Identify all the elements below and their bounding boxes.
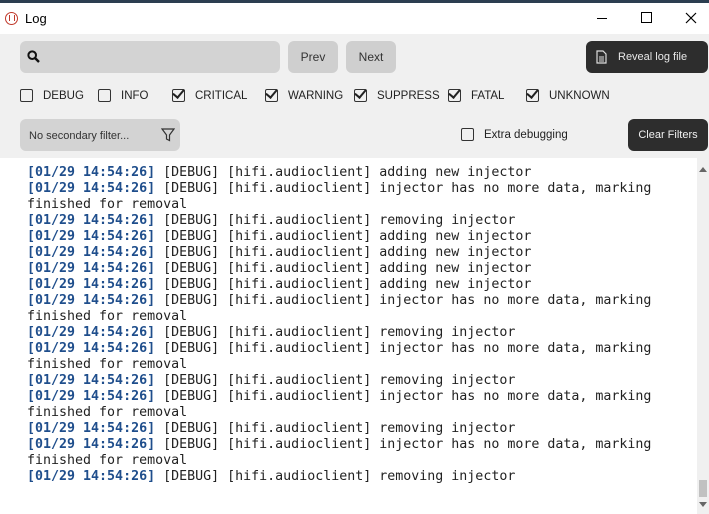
log-timestamp: [01/29 14:54:26] [27, 421, 156, 436]
checkbox-box[interactable] [20, 89, 33, 102]
log-timestamp: [01/29 14:54:26] [27, 229, 156, 244]
log-entry: [01/29 14:54:26] [DEBUG] [hifi.audioclie… [27, 341, 692, 373]
log-entry: [01/29 14:54:26] [DEBUG] [hifi.audioclie… [27, 229, 692, 245]
log-message: [DEBUG] [hifi.audioclient] adding new in… [155, 277, 532, 292]
funnel-icon[interactable] [161, 128, 175, 142]
hifi-logo-icon [5, 12, 18, 25]
minimize-button[interactable] [578, 3, 624, 34]
log-message: [DEBUG] [hifi.audioclient] removing inje… [155, 325, 516, 340]
checkbox-box[interactable] [172, 89, 185, 102]
log-message: [DEBUG] [hifi.audioclient] adding new in… [155, 229, 532, 244]
log-timestamp: [01/29 14:54:26] [27, 373, 156, 388]
reveal-log-file-label: Reveal log file [618, 51, 688, 63]
log-timestamp: [01/29 14:54:26] [27, 341, 156, 356]
log-entry: [01/29 14:54:26] [DEBUG] [hifi.audioclie… [27, 293, 692, 325]
log-timestamp: [01/29 14:54:26] [27, 389, 156, 404]
document-icon [596, 50, 607, 64]
clear-filters-button[interactable]: Clear Filters [628, 119, 708, 151]
log-timestamp: [01/29 14:54:26] [27, 277, 156, 292]
window-title: Log [25, 11, 47, 26]
search-input[interactable] [50, 45, 274, 71]
log-entry: [01/29 14:54:26] [DEBUG] [hifi.audioclie… [27, 245, 692, 261]
log-message: [DEBUG] [hifi.audioclient] removing inje… [155, 213, 516, 228]
log-entry: [01/29 14:54:26] [DEBUG] [hifi.audioclie… [27, 277, 692, 293]
log-view[interactable]: [01/29 14:54:26] [DEBUG] [hifi.audioclie… [0, 158, 697, 514]
log-lines: [01/29 14:54:26] [DEBUG] [hifi.audioclie… [27, 165, 692, 485]
log-message: [DEBUG] [hifi.audioclient] removing inje… [155, 421, 516, 436]
log-timestamp: [01/29 14:54:26] [27, 261, 156, 276]
maximize-button[interactable] [623, 3, 669, 34]
log-entry: [01/29 14:54:26] [DEBUG] [hifi.audioclie… [27, 421, 692, 437]
log-message: [DEBUG] [hifi.audioclient] adding new in… [155, 165, 532, 180]
filter-label: DEBUG [43, 90, 84, 102]
log-message: [DEBUG] [hifi.audioclient] removing inje… [155, 373, 516, 388]
log-timestamp: [01/29 14:54:26] [27, 325, 156, 340]
filter-panel: Prev Next Reveal log file DEBUG INFO CRITI… [0, 34, 709, 158]
log-entry: [01/29 14:54:26] [DEBUG] [hifi.audioclie… [27, 261, 692, 277]
log-entry: [01/29 14:54:26] [DEBUG] [hifi.audioclie… [27, 325, 692, 341]
filter-label: WARNING [288, 90, 344, 102]
log-timestamp: [01/29 14:54:26] [27, 213, 156, 228]
prev-button[interactable]: Prev [288, 41, 338, 73]
checkbox-box[interactable] [98, 89, 111, 102]
log-timestamp: [01/29 14:54:26] [27, 469, 156, 484]
log-message: [DEBUG] [hifi.audioclient] adding new in… [155, 261, 532, 276]
scrollbar-thumb[interactable] [699, 480, 707, 497]
log-entry: [01/29 14:54:26] [DEBUG] [hifi.audioclie… [27, 213, 692, 229]
checkbox-box[interactable] [526, 89, 539, 102]
scroll-down-arrow-icon[interactable] [699, 502, 707, 507]
secondary-filter-box[interactable] [20, 119, 180, 151]
extra-debugging-label: Extra debugging [484, 129, 568, 141]
log-timestamp: [01/29 14:54:26] [27, 245, 156, 260]
checkbox-box[interactable] [265, 89, 278, 102]
secondary-filter-input[interactable] [27, 124, 151, 148]
filter-label: UNKNOWN [549, 90, 610, 102]
log-entry: [01/29 14:54:26] [DEBUG] [hifi.audioclie… [27, 373, 692, 389]
checkbox-box[interactable] [354, 89, 367, 102]
search-field[interactable] [20, 41, 280, 73]
extra-debugging-checkbox[interactable]: Extra debugging [461, 126, 581, 144]
filter-label: CRITICAL [195, 90, 248, 102]
checkbox-box[interactable] [448, 89, 461, 102]
log-entry: [01/29 14:54:26] [DEBUG] [hifi.audioclie… [27, 181, 692, 213]
log-message: [DEBUG] [hifi.audioclient] adding new in… [155, 245, 532, 260]
checkbox-box[interactable] [461, 128, 474, 141]
next-button[interactable]: Next [346, 41, 396, 73]
log-timestamp: [01/29 14:54:26] [27, 293, 156, 308]
search-icon [27, 50, 40, 63]
log-timestamp: [01/29 14:54:26] [27, 181, 156, 196]
log-entry: [01/29 14:54:26] [DEBUG] [hifi.audioclie… [27, 389, 692, 421]
scroll-up-arrow-icon[interactable] [699, 167, 707, 172]
log-entry: [01/29 14:54:26] [DEBUG] [hifi.audioclie… [27, 469, 692, 485]
log-timestamp: [01/29 14:54:26] [27, 437, 156, 452]
log-scrollbar[interactable] [697, 158, 709, 514]
filter-label: INFO [121, 90, 149, 102]
close-icon [685, 12, 697, 24]
reveal-log-file-button[interactable]: Reveal log file [586, 41, 708, 73]
log-message: [DEBUG] [hifi.audioclient] removing inje… [155, 469, 516, 484]
close-button[interactable] [668, 3, 709, 34]
filter-label: FATAL [471, 90, 505, 102]
log-entry: [01/29 14:54:26] [DEBUG] [hifi.audioclie… [27, 165, 692, 181]
log-timestamp: [01/29 14:54:26] [27, 165, 156, 180]
filter-label: SUPPRESS [377, 90, 440, 102]
log-entry: [01/29 14:54:26] [DEBUG] [hifi.audioclie… [27, 437, 692, 469]
